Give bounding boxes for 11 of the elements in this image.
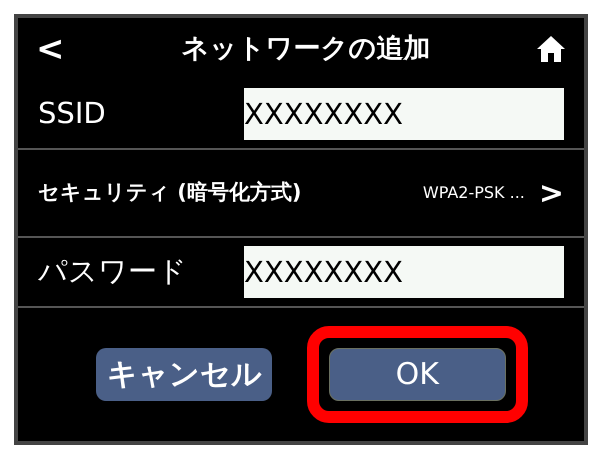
input-field[interactable]: XXXXXXXX [244,246,564,298]
field-label: パスワード [38,253,187,290]
setting-label: セキュリティ (暗号化方式) [38,179,302,206]
field-label: SSID [38,95,106,132]
home-icon[interactable] [536,35,566,63]
dialog-button[interactable]: キャンセル [96,348,272,401]
back-button[interactable]: < [36,24,76,74]
input-field[interactable]: XXXXXXXX [244,88,564,140]
setting-value-button[interactable]: WPA2-PSK ... > [422,170,564,216]
screen-title: ネットワークの追加 [180,32,432,66]
dialog-button[interactable]: OK [328,348,506,401]
